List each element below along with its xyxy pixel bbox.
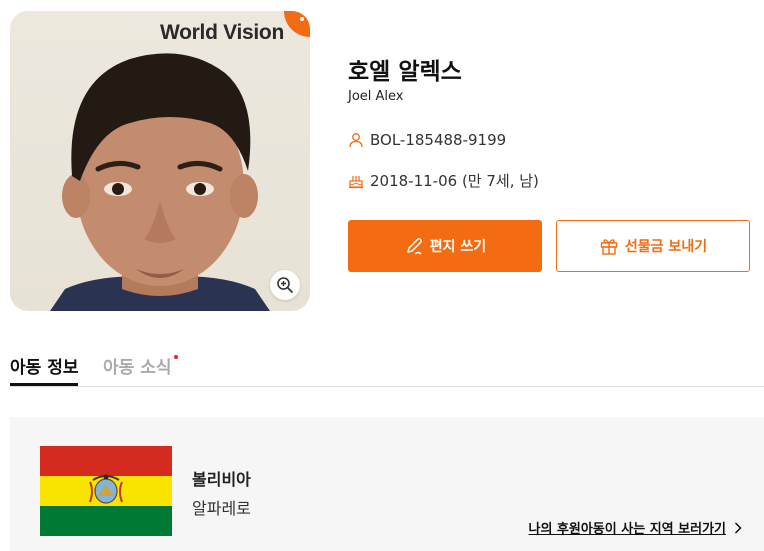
tab-child-info[interactable]: 아동 정보 bbox=[10, 353, 79, 386]
child-birth-date: 2018-11-06 (만 7세, 남) bbox=[370, 172, 539, 190]
tab-child-news[interactable]: 아동 소식 bbox=[103, 353, 179, 386]
write-letter-label: 편지 쓰기 bbox=[429, 239, 487, 255]
child-tabs: 아동 정보 아동 소식 bbox=[10, 353, 764, 387]
send-gift-button[interactable]: 선물금 보내기 bbox=[556, 220, 750, 272]
send-gift-label: 선물금 보내기 bbox=[624, 239, 708, 255]
bolivia-flag-icon bbox=[40, 446, 172, 536]
region-name: 알파레로 bbox=[192, 499, 251, 518]
view-region-link[interactable]: 나의 후원아동이 사는 지역 보러가기 bbox=[528, 518, 742, 537]
gift-icon bbox=[599, 236, 619, 256]
child-photo: World Vision bbox=[10, 11, 310, 311]
country-card: 볼리비아 알파레로 나의 후원아동이 사는 지역 보러가기 bbox=[10, 417, 764, 551]
child-birth-row: 2018-11-06 (만 7세, 남) bbox=[348, 170, 539, 191]
birthday-cake-icon bbox=[348, 173, 364, 189]
zoom-in-icon bbox=[277, 277, 293, 293]
child-id-row: BOL-185488-9199 bbox=[348, 131, 506, 149]
child-profile-page: World Vision 호엘 알렉스 Joel Alex BOL-185488… bbox=[0, 0, 764, 551]
zoom-button[interactable] bbox=[270, 270, 300, 300]
world-vision-logo: World Vision bbox=[160, 21, 284, 44]
chevron-right-icon bbox=[734, 521, 742, 534]
country-name: 볼리비아 bbox=[192, 470, 251, 489]
child-portrait bbox=[50, 53, 270, 311]
view-region-link-label: 나의 후원아동이 사는 지역 보러가기 bbox=[528, 522, 726, 537]
new-indicator-dot bbox=[174, 355, 179, 359]
tab-child-news-label: 아동 소식 bbox=[103, 358, 172, 378]
child-name-english: Joel Alex bbox=[348, 89, 404, 104]
user-icon bbox=[348, 132, 364, 148]
pen-icon bbox=[404, 236, 424, 256]
child-name-korean: 호엘 알렉스 bbox=[348, 59, 462, 85]
child-id: BOL-185488-9199 bbox=[370, 131, 507, 149]
write-letter-button[interactable]: 편지 쓰기 bbox=[348, 220, 542, 272]
